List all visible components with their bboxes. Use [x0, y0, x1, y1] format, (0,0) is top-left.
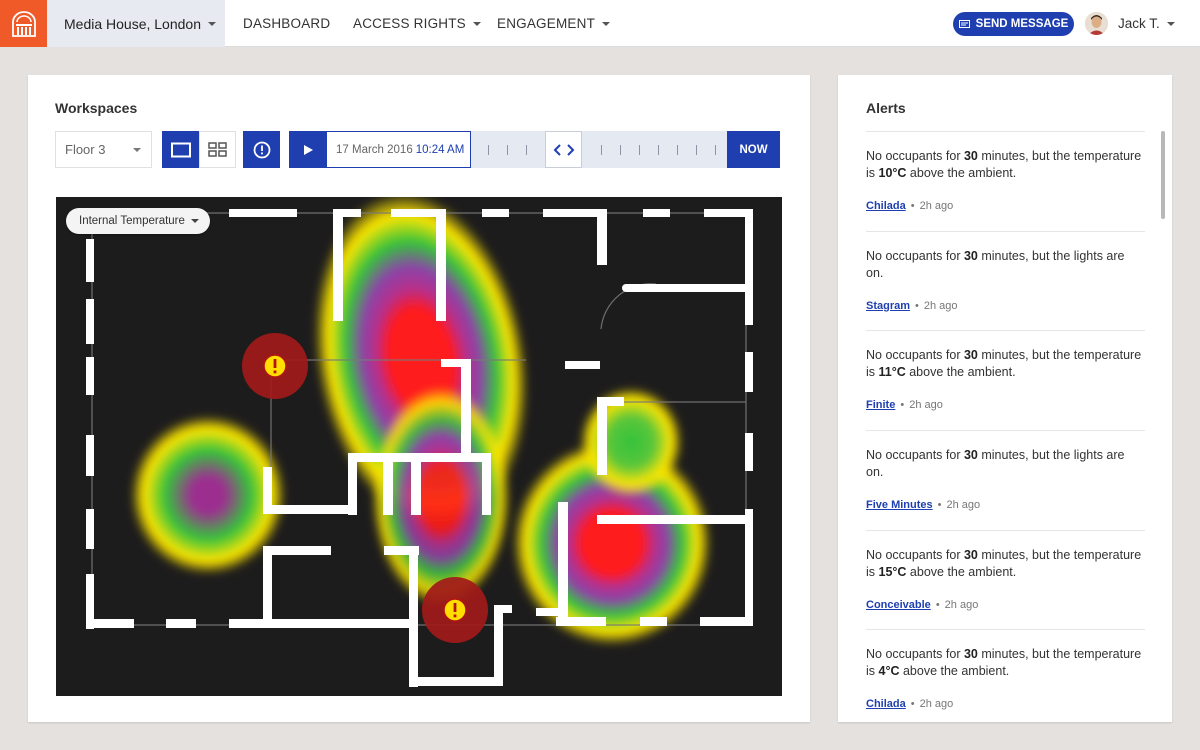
nav-dashboard[interactable]: DASHBOARD [243, 0, 330, 47]
alert-meta: Chilada • 2h ago [866, 200, 954, 212]
user-menu[interactable]: Jack T. [1118, 0, 1175, 47]
warning-marker-icon [242, 333, 308, 399]
now-button[interactable]: NOW [727, 131, 780, 168]
alert-source-link[interactable]: Conceivable [866, 599, 931, 611]
alert-message: No occupants for 30 minutes, but the lig… [866, 448, 1125, 480]
nav-dashboard-label: DASHBOARD [243, 16, 331, 31]
alerts-title: Alerts [866, 100, 906, 116]
list-item[interactable]: No occupants for 30 minutes, but the tem… [866, 529, 1145, 630]
heat-blobs [130, 197, 712, 646]
send-message-label: SEND MESSAGE [975, 18, 1069, 30]
alert-meta: Stagram • 2h ago [866, 299, 958, 312]
alert-message: No occupants for 30 minutes, but the tem… [866, 149, 1142, 180]
nav-engagement[interactable]: ENGAGEMENT [497, 0, 611, 47]
send-message-button[interactable]: SEND MESSAGE [953, 12, 1074, 36]
alert-source-link[interactable]: Five Minutes [866, 499, 933, 511]
alert-message: No occupants for 30 minutes, but the lig… [866, 248, 1125, 280]
nav-access-rights-label: ACCESS RIGHTS [353, 16, 466, 31]
alert-circle-icon [253, 141, 270, 158]
timeline-scrub-handle[interactable] [545, 131, 582, 168]
alert-message: No occupants for 30 minutes, but the tem… [866, 547, 1142, 579]
avatar[interactable] [1085, 12, 1108, 35]
building-logo-icon[interactable] [0, 0, 47, 47]
timestamp-display: 17 March 2016 10:24 AM [326, 131, 471, 168]
alert-source-link[interactable]: Chilada [866, 200, 906, 212]
user-name: Jack T. [1118, 16, 1160, 31]
alerts-scrollbar[interactable] [1161, 131, 1165, 219]
floorplan-heatmap[interactable]: Internal Temperature [56, 197, 782, 696]
alert-meta: Conceivable • 2h ago [866, 598, 979, 611]
alerts-toggle-button[interactable] [243, 131, 280, 168]
single-view-icon [170, 142, 191, 157]
alert-source-link[interactable]: Chilada [866, 698, 906, 710]
play-icon [303, 144, 313, 155]
alerts-list: No occupants for 30 minutes, but the tem… [866, 131, 1145, 722]
chevron-down-icon [208, 21, 216, 26]
floor-select-value: Floor 3 [65, 142, 106, 157]
alert-time: 2h ago [946, 499, 981, 512]
metric-dropdown-label: Internal Temperature [79, 215, 185, 227]
timestamp-time: 10:24 AM [415, 143, 465, 156]
alert-time: 2h ago [919, 200, 954, 212]
alert-meta: Chilada • 2h ago [866, 698, 954, 711]
workspaces-title: Workspaces [55, 100, 138, 116]
chevron-down-icon [191, 219, 199, 223]
alert-meta: Finite • 2h ago [866, 399, 943, 412]
alert-message: No occupants for 30 minutes, but the tem… [866, 348, 1142, 380]
scrub-handle-icon [553, 143, 574, 156]
chevron-down-icon [1166, 21, 1175, 26]
floorplan-svg [86, 197, 753, 687]
alerts-panel: Alerts No occupants for 30 minutes, but … [838, 75, 1172, 722]
timeline-track[interactable] [471, 131, 727, 168]
list-item[interactable]: No occupants for 30 minutes, but the tem… [866, 330, 1145, 430]
nav-engagement-label: ENGAGEMENT [497, 16, 596, 31]
grid-view-icon [207, 141, 227, 157]
metric-dropdown[interactable]: Internal Temperature [66, 208, 210, 234]
grid-view-button[interactable] [199, 131, 236, 168]
floor-select[interactable]: Floor 3 [55, 131, 152, 168]
chevron-down-icon [133, 148, 141, 152]
list-item[interactable]: No occupants for 30 minutes, but the tem… [866, 629, 1145, 722]
chevron-down-icon [602, 21, 611, 26]
workspaces-panel: Workspaces Floor 3 17 March 2016 10:24 A… [28, 75, 810, 722]
list-item[interactable]: No occupants for 30 minutes, but the tem… [866, 131, 1145, 231]
envelope-icon [958, 20, 970, 28]
nav-access-rights[interactable]: ACCESS RIGHTS [353, 0, 481, 47]
alert-source-link[interactable]: Stagram [866, 300, 910, 312]
warning-marker-icon [422, 577, 488, 643]
list-item[interactable]: No occupants for 30 minutes, but the lig… [866, 430, 1145, 530]
alert-time: 2h ago [923, 299, 958, 312]
location-label: Media House, London [64, 15, 201, 32]
alert-time: 2h ago [909, 399, 943, 412]
chevron-down-icon [472, 21, 481, 26]
alert-message: No occupants for 30 minutes, but the tem… [866, 647, 1142, 679]
play-button[interactable] [289, 131, 326, 168]
timestamp-date: 17 March 2016 [336, 143, 413, 156]
alert-source-link[interactable]: Finite [866, 399, 895, 411]
single-view-button[interactable] [162, 131, 199, 168]
alert-time: 2h ago [944, 598, 979, 611]
alert-meta: Five Minutes • 2h ago [866, 499, 981, 512]
top-navigation: Media House, London DASHBOARD ACCESS RIG… [0, 0, 1200, 47]
list-item[interactable]: No occupants for 30 minutes, but the lig… [866, 230, 1145, 331]
alert-time: 2h ago [919, 698, 954, 711]
location-dropdown[interactable]: Media House, London [47, 0, 225, 47]
